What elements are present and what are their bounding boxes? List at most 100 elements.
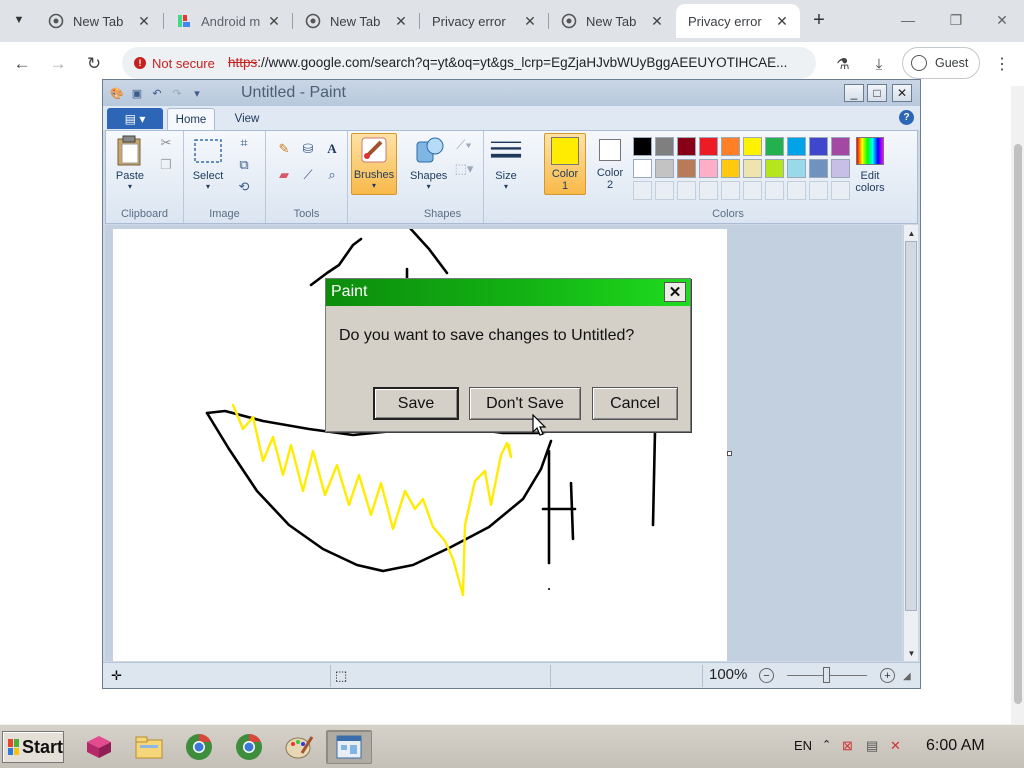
outline-icon[interactable]: ⟋▾ — [454, 135, 474, 155]
close-icon[interactable]: ✕ — [649, 13, 665, 29]
cut-icon[interactable]: ✂ — [156, 133, 176, 153]
maximize-icon[interactable]: □ — [867, 84, 887, 102]
close-icon[interactable]: ✕ — [266, 13, 282, 29]
zoom-slider-thumb[interactable] — [823, 667, 830, 683]
copy-icon[interactable]: ❐ — [156, 155, 176, 175]
select-button[interactable]: Select ▾ — [192, 135, 224, 191]
palette-color-swatch[interactable] — [743, 137, 762, 156]
rotate-icon[interactable]: ⟲ — [234, 177, 254, 197]
tab-new-tab-3[interactable]: New Tab ✕ — [549, 4, 675, 38]
forward-icon[interactable]: → — [46, 52, 70, 76]
tray-monitor-icon[interactable]: ▤ — [866, 738, 878, 754]
zoom-in-icon[interactable]: + — [880, 668, 895, 683]
more-menu-icon[interactable]: ⋮ — [994, 52, 1010, 76]
cancel-button[interactable]: Cancel — [592, 387, 678, 420]
palette-color-swatch[interactable] — [655, 137, 674, 156]
size-button[interactable]: Size ▾ — [490, 135, 522, 191]
palette-color-swatch[interactable] — [699, 159, 718, 178]
scroll-up-icon[interactable]: ▲ — [905, 226, 918, 240]
scroll-down-icon[interactable]: ▼ — [905, 646, 918, 660]
save-button[interactable]: Save — [373, 387, 459, 420]
text-tool-icon[interactable]: A — [322, 139, 342, 159]
dont-save-button[interactable]: Don't Save — [469, 387, 581, 420]
palette-custom-slot[interactable] — [787, 181, 806, 200]
palette-color-swatch[interactable] — [787, 159, 806, 178]
close-icon[interactable]: ✕ — [774, 13, 790, 29]
edit-colors-button[interactable]: Edit colors — [854, 135, 886, 194]
palette-color-swatch[interactable] — [677, 159, 696, 178]
paint-menu-button[interactable]: ▤ ▾ — [107, 108, 163, 129]
language-indicator[interactable]: EN — [794, 738, 812, 753]
close-window-icon[interactable]: ✕ — [990, 8, 1014, 32]
zoom-out-icon[interactable]: − — [759, 668, 774, 683]
close-icon[interactable]: ✕ — [522, 13, 538, 29]
labs-flask-icon[interactable]: ⚗ — [832, 53, 854, 75]
resize-icon[interactable]: ⧉ — [234, 155, 254, 175]
brushes-button[interactable]: Brushes ▾ — [351, 133, 397, 195]
palette-color-swatch[interactable] — [721, 137, 740, 156]
taskbar-chrome-icon-2[interactable] — [226, 730, 272, 764]
magnifier-icon[interactable]: ⌕ — [322, 165, 342, 185]
shapes-button[interactable]: Shapes ▾ — [410, 135, 447, 191]
palette-custom-slot[interactable] — [677, 181, 696, 200]
palette-color-swatch[interactable] — [633, 159, 652, 178]
scrollbar-thumb[interactable] — [905, 241, 917, 611]
pencil-icon[interactable]: ✎ — [274, 139, 294, 159]
palette-color-swatch[interactable] — [721, 159, 740, 178]
page-scrollbar[interactable] — [1011, 86, 1024, 724]
palette-custom-slot[interactable] — [809, 181, 828, 200]
palette-custom-slot[interactable] — [633, 181, 652, 200]
page-scrollbar-thumb[interactable] — [1014, 144, 1022, 704]
palette-color-swatch[interactable] — [831, 159, 850, 178]
palette-color-swatch[interactable] — [699, 137, 718, 156]
new-tab-button[interactable]: + — [808, 9, 830, 31]
tab-home[interactable]: Home — [167, 108, 215, 130]
eraser-icon[interactable]: ▰ — [274, 165, 294, 185]
undo-icon[interactable]: ↶ — [149, 85, 165, 101]
palette-custom-slot[interactable] — [765, 181, 784, 200]
tab-search-button[interactable]: ▼ — [8, 9, 30, 31]
close-icon[interactable]: ✕ — [136, 13, 152, 29]
dialog-close-button[interactable]: ✕ — [664, 282, 686, 302]
paste-button[interactable]: Paste ▾ — [114, 135, 146, 191]
help-icon[interactable]: ? — [899, 110, 914, 125]
palette-color-swatch[interactable] — [633, 137, 652, 156]
palette-color-swatch[interactable] — [677, 137, 696, 156]
palette-color-swatch[interactable] — [743, 159, 762, 178]
tray-volume-icon[interactable]: ✕ — [890, 738, 901, 754]
palette-color-swatch[interactable] — [765, 137, 784, 156]
palette-color-swatch[interactable] — [809, 137, 828, 156]
palette-color-swatch[interactable] — [809, 159, 828, 178]
resize-grip-icon[interactable]: ◢ — [903, 671, 911, 682]
tray-expand-icon[interactable]: ⌃ — [822, 738, 831, 751]
tab-view[interactable]: View — [223, 108, 271, 130]
address-bar[interactable]: ! Not secure https://www.google.com/sear… — [122, 47, 816, 79]
redo-icon[interactable]: ↷ — [169, 85, 185, 101]
close-window-icon[interactable]: ✕ — [892, 84, 912, 102]
profile-button[interactable]: Guest — [902, 47, 980, 79]
taskbar-explorer-icon[interactable] — [126, 730, 172, 764]
crop-icon[interactable]: ⌗ — [234, 133, 254, 153]
tab-android[interactable]: Android m ✕ — [164, 4, 292, 38]
taskbar-active-window-icon[interactable] — [326, 730, 372, 764]
back-icon[interactable]: ← — [10, 52, 34, 76]
taskbar-paint-icon[interactable] — [276, 730, 322, 764]
palette-custom-slot[interactable] — [743, 181, 762, 200]
restore-icon[interactable]: ❐ — [944, 8, 968, 32]
save-icon[interactable]: ▣ — [129, 85, 145, 101]
tab-privacy-error-active[interactable]: Privacy error ✕ — [676, 4, 800, 38]
close-icon[interactable]: ✕ — [393, 13, 409, 29]
palette-custom-slot[interactable] — [831, 181, 850, 200]
tab-privacy-error-1[interactable]: Privacy error ✕ — [420, 4, 548, 38]
security-chip[interactable]: ! Not secure — [128, 51, 223, 75]
palette-custom-slot[interactable] — [699, 181, 718, 200]
fill-shape-icon[interactable]: ⬚▾ — [454, 159, 474, 179]
url-text[interactable]: https://www.google.com/search?q=yt&oq=yt… — [228, 55, 803, 70]
taskbar-app-cube-icon[interactable] — [76, 730, 122, 764]
tray-network-icon[interactable]: ⊠ — [842, 738, 853, 754]
canvas-vertical-scrollbar[interactable]: ▲ ▼ — [903, 225, 918, 661]
canvas-resize-handle[interactable] — [727, 451, 732, 456]
tab-new-tab-1[interactable]: New Tab ✕ — [36, 4, 162, 38]
color-picker-icon[interactable]: ⟋ — [298, 165, 318, 185]
reload-icon[interactable]: ↻ — [82, 52, 106, 76]
